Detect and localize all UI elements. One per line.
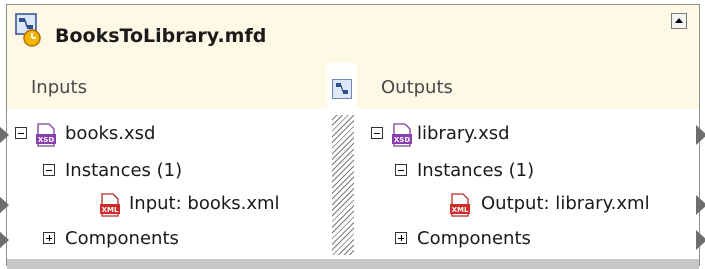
svg-text:XSD: XSD	[394, 136, 410, 144]
input-instances-row[interactable]: Instances (1)	[7, 160, 327, 186]
output-schema-row[interactable]: XSD library.xsd	[357, 123, 705, 149]
mapping-component: BooksToLibrary.mfd Inputs Outputs XSD bo…	[0, 4, 705, 269]
output-instances-row[interactable]: Instances (1)	[357, 160, 699, 186]
outputs-header-label: Outputs	[381, 77, 453, 98]
input-components-row[interactable]: Components	[0, 228, 327, 254]
outputs-pane: XSD library.xsd Instances (1) XML Output…	[357, 109, 705, 259]
xsd-file-icon: XSD	[36, 123, 56, 147]
input-instance-item-row[interactable]: XML Input: books.xml	[0, 193, 327, 219]
input-components-label: Components	[65, 228, 179, 249]
output-instance-item-label: Output: library.xml	[481, 193, 650, 214]
divider-splitter-handle[interactable]	[332, 115, 354, 255]
output-schema-label: library.xsd	[417, 123, 510, 144]
output-instance-item-row[interactable]: XML Output: library.xml	[357, 193, 705, 219]
pane-divider[interactable]	[327, 63, 357, 259]
svg-text:XML: XML	[102, 206, 119, 214]
output-instances-label: Instances (1)	[417, 160, 535, 181]
output-components-label: Components	[417, 228, 531, 249]
inputs-pane: XSD books.xsd Instances (1) XML Input: b…	[0, 109, 327, 259]
input-schema-row[interactable]: XSD books.xsd	[0, 123, 327, 149]
xml-file-icon: XML	[450, 193, 470, 217]
expand-toggle[interactable]	[43, 232, 55, 244]
component-title-bar[interactable]: BooksToLibrary.mfd	[7, 5, 699, 63]
horizontal-scrollbar[interactable]	[7, 259, 699, 269]
collapse-toggle[interactable]	[43, 164, 55, 176]
collapse-toggle[interactable]	[371, 127, 383, 139]
inputs-header-label: Inputs	[31, 77, 87, 98]
input-connector[interactable]	[0, 125, 9, 145]
svg-text:XML: XML	[452, 206, 469, 214]
collapse-toggle[interactable]	[395, 164, 407, 176]
panel-toggle-icon[interactable]	[332, 79, 352, 99]
input-instance-item-label: Input: books.xml	[129, 193, 280, 214]
component-title: BooksToLibrary.mfd	[55, 25, 267, 47]
output-instance-connector[interactable]	[696, 195, 705, 215]
output-components-row[interactable]: Components	[357, 228, 705, 254]
inputs-header: Inputs	[7, 63, 327, 109]
input-instances-label: Instances (1)	[65, 160, 183, 181]
collapse-toggle[interactable]	[15, 127, 27, 139]
outputs-header: Outputs	[357, 63, 699, 109]
input-schema-label: books.xsd	[65, 123, 156, 144]
input-instance-connector[interactable]	[0, 195, 9, 215]
output-connector[interactable]	[696, 125, 705, 145]
mapping-function-icon	[15, 13, 41, 47]
collapse-arrow-icon[interactable]	[671, 13, 687, 29]
xml-file-icon: XML	[100, 193, 120, 217]
expand-toggle[interactable]	[395, 232, 407, 244]
input-components-connector[interactable]	[0, 230, 9, 250]
output-components-connector[interactable]	[696, 230, 705, 250]
svg-text:XSD: XSD	[38, 136, 54, 144]
xsd-file-icon: XSD	[392, 123, 412, 147]
